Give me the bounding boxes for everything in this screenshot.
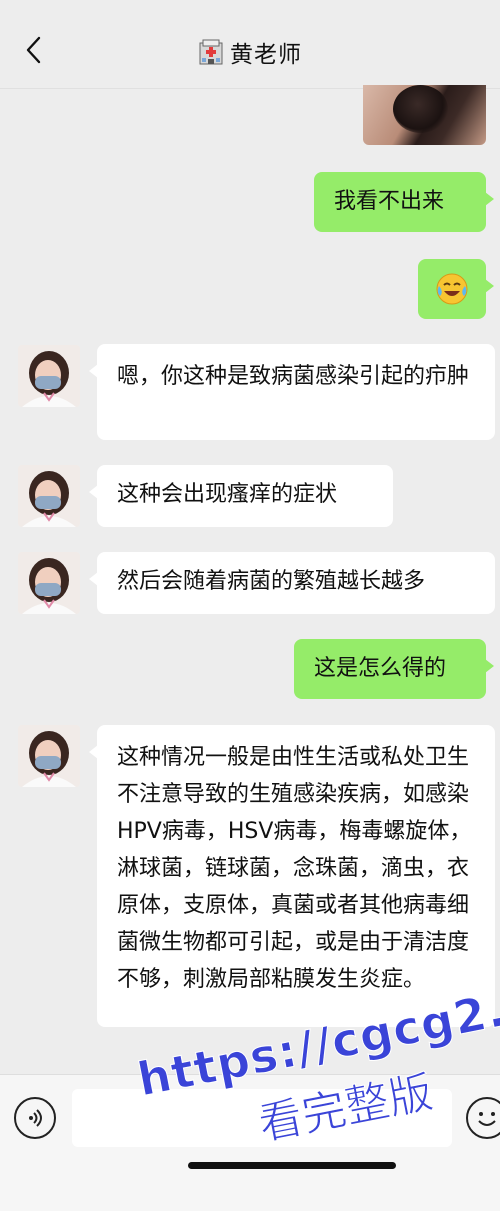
message-text: 这种会出现瘙痒的症状 — [117, 482, 338, 507]
message-bubble-incoming[interactable]: 这种情况一般是由性生活或私处卫生不注意导致的生殖感染疾病，如感染HPV病毒，HS… — [89, 725, 495, 1027]
crying-laughing-face-icon — [436, 273, 468, 305]
voice-icon — [29, 1109, 42, 1127]
doctor-avatar-icon — [18, 345, 80, 407]
avatar[interactable] — [18, 345, 80, 407]
message-text: 我看不出来 — [334, 189, 445, 214]
message-text: 然后会随着病菌的繁殖越长越多 — [117, 569, 426, 594]
image-message[interactable] — [363, 85, 486, 145]
message-text: 嗯，你这种是致病菌感染引起的疖肿 — [117, 364, 470, 389]
voice-button[interactable] — [14, 1097, 56, 1139]
input-bar — [0, 1074, 500, 1211]
message-bubble-outgoing[interactable]: 这是怎么得的 — [294, 639, 494, 699]
avatar[interactable] — [18, 552, 80, 614]
doctor-avatar-icon — [18, 725, 80, 787]
message-bubble-outgoing[interactable]: 我看不出来 — [314, 172, 494, 232]
home-indicator — [188, 1162, 396, 1169]
chat-header: 黄老师 — [0, 0, 500, 89]
avatar[interactable] — [18, 465, 80, 527]
message-bubble-incoming[interactable]: 这种会出现瘙痒的症状 — [89, 465, 393, 527]
message-bubble-incoming[interactable]: 然后会随着病菌的繁殖越长越多 — [89, 552, 495, 614]
doctor-avatar-icon — [18, 465, 80, 527]
message-text: 这是怎么得的 — [314, 656, 447, 681]
emoji-button[interactable] — [466, 1097, 500, 1139]
message-input[interactable] — [72, 1089, 452, 1147]
chat-title-wrap: 黄老师 — [0, 32, 500, 72]
doctor-avatar-icon — [18, 552, 80, 614]
message-bubble-incoming[interactable]: 嗯，你这种是致病菌感染引起的疖肿 — [89, 344, 495, 440]
avatar[interactable] — [18, 725, 80, 787]
chat-title: 黄老师 — [230, 42, 302, 68]
emoji-icon — [478, 1112, 496, 1126]
message-bubble-outgoing-emoji[interactable] — [418, 259, 494, 319]
message-text: 这种情况一般是由性生活或私处卫生不注意导致的生殖感染疾病，如感染HPV病毒，HS… — [117, 745, 472, 992]
hospital-icon — [199, 39, 223, 65]
